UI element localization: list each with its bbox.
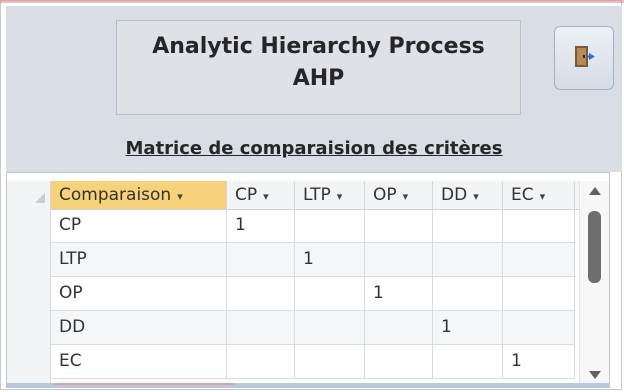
vertical-scrollbar[interactable] [579,181,609,383]
chevron-down-icon[interactable]: ▾ [403,190,409,203]
table-cell[interactable] [227,311,295,344]
comparison-datasheet: Comparaison ▾ CP ▾ LTP ▾ OP ▾ DD ▾ EC ▾ CP 1 L… [6,172,610,384]
table-cell[interactable] [295,311,365,344]
select-all-corner[interactable] [35,193,45,203]
column-header-dd[interactable]: DD ▾ [433,181,503,209]
table-cell[interactable]: CP [51,209,227,242]
title-line-2: AHP [292,66,345,91]
chevron-down-icon[interactable]: ▾ [177,190,183,203]
table-cell[interactable]: OP [51,277,227,310]
exit-door-icon [575,46,595,67]
navigation-bar-strip [6,383,610,388]
table-cell[interactable]: EC [51,345,227,378]
table-row: DD 1 [51,311,575,345]
table-cell[interactable] [433,277,503,310]
table-cell[interactable] [295,277,365,310]
chevron-down-icon[interactable]: ▾ [540,190,546,203]
table-cell[interactable] [503,209,575,242]
title-box: Analytic Hierarchy Process AHP [116,20,521,115]
table-cell[interactable]: 1 [503,345,575,378]
table-row: CP 1 [51,209,575,243]
datasheet-header: Comparaison ▾ CP ▾ LTP ▾ OP ▾ DD ▾ EC ▾ [51,181,609,210]
column-header-comparaison[interactable]: Comparaison ▾ [51,181,227,209]
table-cell[interactable] [433,243,503,276]
column-header-cp[interactable]: CP ▾ [227,181,295,209]
scroll-down-arrow-icon[interactable] [589,371,601,379]
table-cell[interactable] [433,345,503,378]
table-cell[interactable]: LTP [51,243,227,276]
table-cell[interactable] [227,243,295,276]
table-cell[interactable] [433,209,503,242]
table-cell[interactable] [365,345,433,378]
table-cell[interactable]: 1 [295,243,365,276]
chevron-down-icon[interactable]: ▾ [337,190,343,203]
top-accent-line [0,0,624,3]
table-cell[interactable] [503,243,575,276]
table-row: EC 1 [51,345,575,379]
chevron-down-icon[interactable]: ▾ [263,190,269,203]
column-header-ltp[interactable]: LTP ▾ [295,181,365,209]
table-cell[interactable] [365,209,433,242]
table-cell[interactable] [295,345,365,378]
table-cell[interactable] [295,209,365,242]
chevron-down-icon[interactable]: ▾ [473,190,479,203]
exit-button[interactable] [554,26,614,90]
scroll-up-arrow-icon[interactable] [589,187,601,195]
table-cell[interactable] [503,311,575,344]
record-selector-column [7,181,51,383]
datasheet-rows: CP 1 LTP 1 OP 1 DD 1 EC 1 [51,209,575,379]
title-line-1: Analytic Hierarchy Process [152,34,485,59]
table-cell[interactable]: 1 [365,277,433,310]
table-cell[interactable] [365,311,433,344]
table-row: LTP 1 [51,243,575,277]
table-cell[interactable]: 1 [433,311,503,344]
table-cell[interactable]: DD [51,311,227,344]
table-cell[interactable] [503,277,575,310]
column-header-op[interactable]: OP ▾ [365,181,433,209]
record-indicator-line [54,383,234,385]
subtitle: Matrice de comparaision des critères [125,138,503,159]
form-header: Analytic Hierarchy Process AHP Matrice d… [6,6,622,172]
table-cell[interactable] [227,277,295,310]
table-row: OP 1 [51,277,575,311]
column-header-ec[interactable]: EC ▾ [503,181,575,209]
table-cell[interactable] [365,243,433,276]
table-cell[interactable] [227,345,295,378]
table-cell[interactable]: 1 [227,209,295,242]
scroll-thumb[interactable] [588,211,601,283]
